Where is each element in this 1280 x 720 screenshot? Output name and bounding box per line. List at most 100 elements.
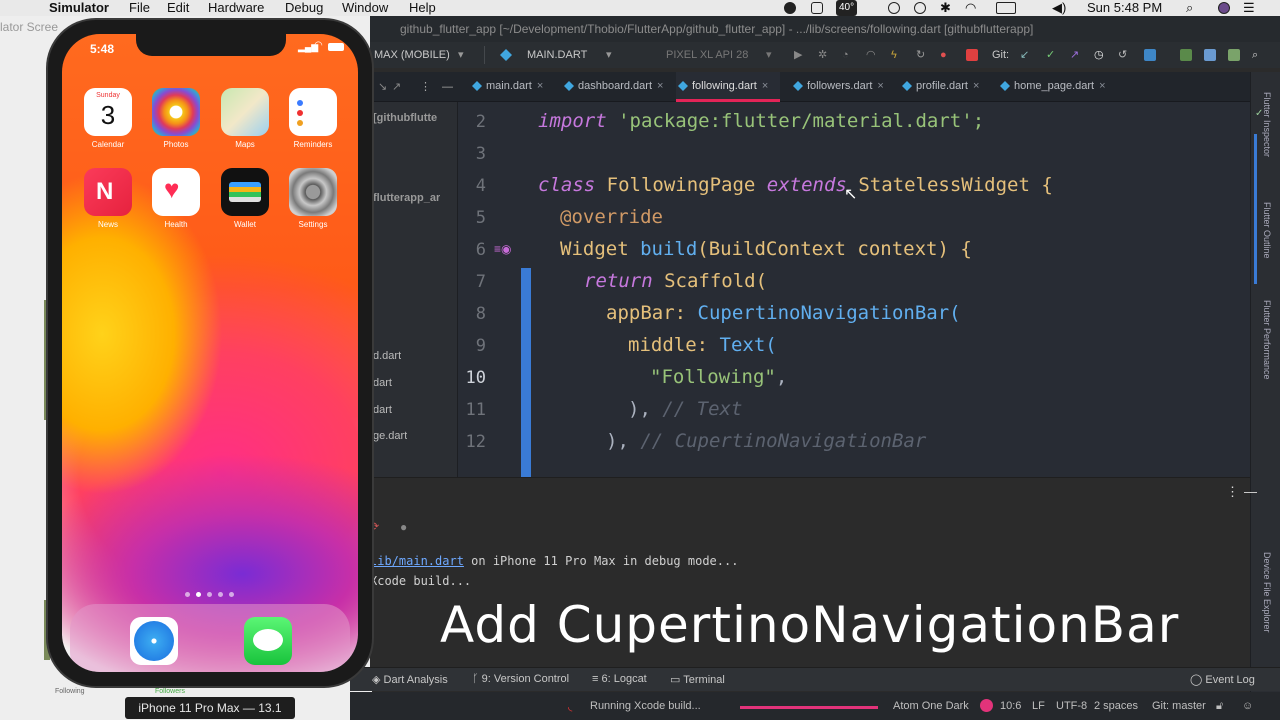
project-item[interactable]: [githubflutte xyxy=(373,112,437,124)
screen-share-icon[interactable] xyxy=(811,2,823,14)
reminders-app-icon[interactable] xyxy=(289,88,337,136)
caret-position[interactable]: 10:6 xyxy=(1000,700,1021,712)
profile-icon[interactable]: ◠ xyxy=(866,42,876,68)
override-marker-icon[interactable]: ≡◉ xyxy=(494,242,511,256)
close-icon[interactable]: × xyxy=(1099,80,1105,92)
git-commit-icon[interactable]: ✓ xyxy=(1046,42,1055,68)
hot-reload-icon[interactable]: ϟ xyxy=(891,42,897,68)
menu-file[interactable]: File xyxy=(129,0,150,16)
more-icon[interactable]: ⋮ xyxy=(1226,484,1239,500)
event-log-tab[interactable]: ◯ Event Log xyxy=(1190,673,1255,686)
code-editor[interactable]: import 'package:flutter/material.dart'; … xyxy=(538,102,1250,477)
search-icon[interactable]: ⌕ xyxy=(1252,42,1258,68)
git-update-icon[interactable]: ↙ xyxy=(1020,42,1029,68)
phone-screen[interactable]: 5:48 ▂▄▆ ◠ Sunday 3 Calendar Photos Maps… xyxy=(62,34,358,672)
run-config-selector[interactable]: MAIN.DART xyxy=(527,42,587,68)
bluetooth-icon[interactable]: ✱ xyxy=(940,0,951,16)
dart-analysis-tab[interactable]: ◈ Dart Analysis xyxy=(372,673,448,686)
close-icon[interactable]: × xyxy=(657,80,663,92)
battery-icon[interactable] xyxy=(996,2,1016,14)
flutter-outline-tab[interactable]: Flutter Outline xyxy=(1262,202,1272,259)
sdk-manager-icon[interactable] xyxy=(1228,49,1240,61)
terminal-icon[interactable] xyxy=(1180,49,1192,61)
close-icon[interactable]: × xyxy=(877,80,883,92)
minimize-icon[interactable]: — xyxy=(442,74,453,100)
tab-following-dart[interactable]: following.dart × xyxy=(676,72,780,102)
run-icon[interactable]: ▶ xyxy=(794,42,802,68)
temperature-badge[interactable]: 40° xyxy=(836,0,858,16)
device-file-explorer-tab[interactable]: Device File Explorer xyxy=(1262,552,1272,633)
wallet-app-icon[interactable] xyxy=(221,168,269,216)
location-icon[interactable] xyxy=(914,2,926,14)
inspector-icon[interactable]: ☺ xyxy=(1242,700,1253,712)
safari-app-icon[interactable] xyxy=(130,617,178,665)
scrollbar[interactable] xyxy=(1254,134,1257,284)
tab-dashboard-dart[interactable]: dashboard.dart × xyxy=(562,72,663,102)
version-control-tab[interactable]: ᚴ 9: Version Control xyxy=(472,673,569,685)
close-icon[interactable]: × xyxy=(537,80,543,92)
spotlight-search-icon[interactable]: ⌕ xyxy=(1186,0,1193,16)
page-indicator-dot[interactable] xyxy=(185,592,190,597)
stop-run-icon[interactable]: ● xyxy=(400,520,407,534)
attach-icon[interactable]: ● xyxy=(940,42,947,68)
more-icon[interactable]: ⋮ xyxy=(420,74,431,100)
record-icon[interactable] xyxy=(784,2,796,14)
history-icon[interactable]: ◷ xyxy=(1094,42,1104,68)
project-item[interactable]: d.dart xyxy=(373,350,401,362)
theme-indicator[interactable]: Atom One Dark xyxy=(893,700,969,712)
news-app-icon[interactable]: N xyxy=(84,168,132,216)
user-avatar-icon[interactable] xyxy=(1218,2,1230,14)
background-task[interactable]: Running Xcode build... xyxy=(590,700,701,712)
project-item[interactable]: dart xyxy=(373,404,392,416)
volume-icon[interactable]: ◀) xyxy=(1052,0,1066,16)
file-encoding[interactable]: UTF-8 xyxy=(1056,700,1087,712)
chevron-down-icon[interactable]: ▾ xyxy=(458,42,464,68)
coverage-icon[interactable]: ◔ xyxy=(842,42,849,68)
git-push-icon[interactable]: ↗ xyxy=(1070,42,1079,68)
chevron-down-icon[interactable]: ▾ xyxy=(766,42,772,68)
chevron-down-icon[interactable]: ▾ xyxy=(606,42,612,68)
tab-profile-dart[interactable]: profile.dart × xyxy=(900,72,979,102)
page-indicator-dot[interactable] xyxy=(207,592,212,597)
flutter-performance-tab[interactable]: Flutter Performance xyxy=(1262,300,1272,380)
git-branch[interactable]: Git: master xyxy=(1152,700,1206,712)
rollback-icon[interactable]: ↺ xyxy=(1118,42,1127,68)
project-item[interactable]: dart xyxy=(373,377,392,389)
tab-home-page-dart[interactable]: home_page.dart × xyxy=(998,72,1106,102)
project-item[interactable]: ge.dart xyxy=(373,430,407,442)
debug-icon[interactable]: ✲ xyxy=(818,42,827,68)
menu-edit[interactable]: Edit xyxy=(167,0,189,16)
device-selector[interactable]: MAX (MOBILE) xyxy=(374,42,450,68)
avd-manager-icon[interactable] xyxy=(1204,49,1216,61)
project-structure-icon[interactable] xyxy=(1144,49,1156,61)
project-item[interactable]: flutterapp_ar xyxy=(373,192,440,204)
messages-app-icon[interactable] xyxy=(244,617,292,665)
terminal-tab[interactable]: ▭ Terminal xyxy=(670,673,725,686)
menu-debug[interactable]: Debug xyxy=(285,0,323,16)
expand-icon[interactable]: ↗ xyxy=(392,74,401,100)
photos-app-icon[interactable] xyxy=(152,88,200,136)
collapse-icon[interactable]: ↘ xyxy=(378,74,387,100)
close-icon[interactable]: × xyxy=(973,80,979,92)
lock-icon[interactable]: 🔓︎ xyxy=(1216,700,1223,713)
line-separator[interactable]: LF xyxy=(1032,700,1045,712)
menubar-clock[interactable]: Sun 5:48 PM xyxy=(1087,0,1162,16)
main-dart-link[interactable]: lib/main.dart xyxy=(370,554,464,568)
stop-icon[interactable] xyxy=(966,49,978,61)
menu-hardware[interactable]: Hardware xyxy=(208,0,264,16)
maps-app-icon[interactable] xyxy=(221,88,269,136)
hot-restart-icon[interactable]: ↻ xyxy=(916,42,925,68)
flutter-inspector-tab[interactable]: Flutter Inspector xyxy=(1262,92,1272,157)
menu-app-name[interactable]: Simulator xyxy=(49,0,109,16)
close-icon[interactable]: × xyxy=(762,80,768,92)
logcat-tab[interactable]: ≡ 6: Logcat xyxy=(592,673,647,685)
menu-window[interactable]: Window xyxy=(342,0,388,16)
calendar-app-icon[interactable]: Sunday 3 xyxy=(84,88,132,136)
tab-main-dart[interactable]: main.dart × xyxy=(470,72,543,102)
tab-followers-dart[interactable]: followers.dart × xyxy=(791,72,884,102)
wifi-icon[interactable]: ◠ xyxy=(965,0,976,16)
page-indicator-dot[interactable] xyxy=(229,592,234,597)
settings-app-icon[interactable] xyxy=(289,168,337,216)
control-list-icon[interactable]: ☰ xyxy=(1243,0,1255,16)
health-app-icon[interactable]: ♥ xyxy=(152,168,200,216)
